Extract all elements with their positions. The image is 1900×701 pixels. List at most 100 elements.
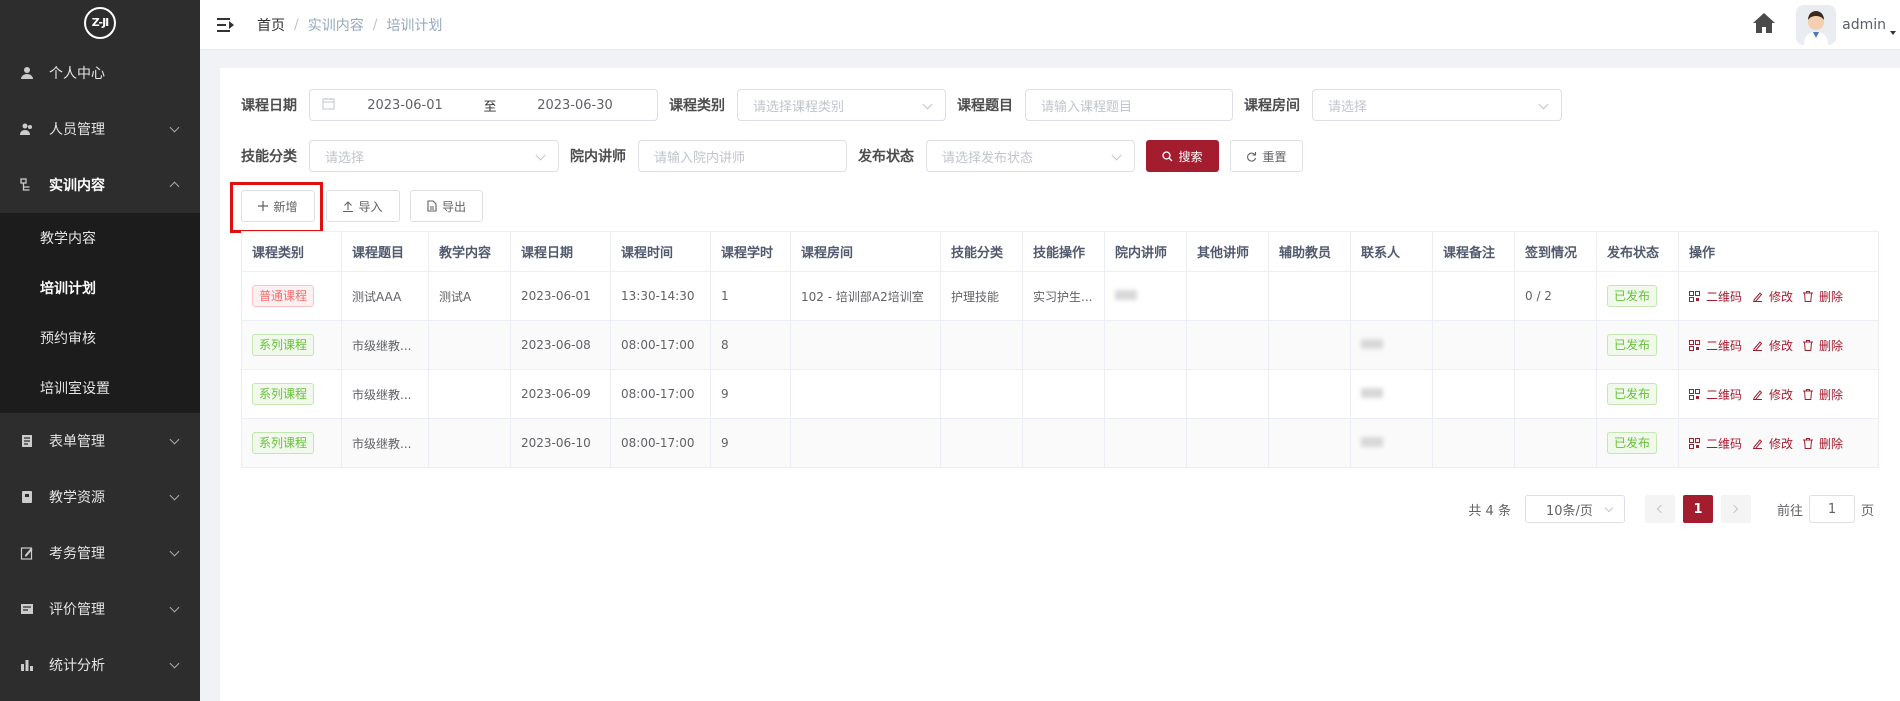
prev-page-button[interactable]: [1644, 495, 1675, 523]
edit-icon: [1752, 291, 1766, 302]
cell-course-note: [1432, 320, 1515, 370]
submenu-item-teaching-content[interactable]: 教学内容: [0, 213, 200, 263]
search-button[interactable]: 搜索: [1146, 140, 1219, 172]
filter-label-room: 课程房间: [1244, 98, 1300, 114]
delete-button[interactable]: 删除: [1803, 435, 1843, 452]
delete-button[interactable]: 删除: [1803, 288, 1843, 305]
edit-label: 修改: [1769, 338, 1794, 353]
breadcrumb-separator: /: [372, 16, 378, 33]
delete-button[interactable]: 删除: [1803, 337, 1843, 354]
cell-assistant: [1268, 418, 1351, 468]
sidebar-item-forms[interactable]: 表单管理: [0, 413, 200, 469]
qrcode-button[interactable]: 二维码: [1689, 337, 1742, 354]
submenu-item-training-room[interactable]: 培训室设置: [0, 363, 200, 413]
qrcode-button[interactable]: 二维码: [1689, 386, 1742, 403]
table-row: 系列课程 市级继教... 2023-06-09 08:00-17:00 9 已发布 二维码 修…: [241, 369, 1879, 419]
caret-down-icon[interactable]: [1890, 31, 1896, 35]
edit-button[interactable]: 修改: [1752, 386, 1793, 403]
cell-course-type: 普通课程: [241, 271, 342, 321]
import-button[interactable]: 导入: [326, 190, 400, 222]
cell-checkin: [1514, 369, 1597, 419]
qrcode-button[interactable]: 二维码: [1689, 288, 1742, 305]
submenu: 教学内容 培训计划 预约审核 培训室设置: [0, 213, 200, 413]
filter-row-1: 课程日期 2023-06-01 至 2023-06-30 课程类别 请选择课程类…: [241, 89, 1562, 121]
page-size-select[interactable]: 10条/页: [1524, 495, 1625, 523]
breadcrumb-training-plan: 培训计划: [386, 17, 443, 34]
cell-publish-status: 已发布: [1596, 320, 1679, 370]
cell-course-time: 08:00-17:00: [610, 320, 711, 370]
qrcode-icon: [1689, 290, 1703, 302]
course-title-input[interactable]: 请输入课程题目: [1025, 89, 1233, 121]
room-select[interactable]: 请选择: [1312, 89, 1562, 121]
header-right: admin: [1752, 0, 1900, 50]
qrcode-label: 二维码: [1706, 289, 1743, 304]
course-type-tag: 系列课程: [252, 383, 315, 405]
username[interactable]: admin: [1842, 17, 1886, 33]
sidebar-item-training-content[interactable]: 实训内容: [0, 157, 200, 213]
edit-button[interactable]: 修改: [1752, 337, 1793, 354]
redacted-text: [1361, 388, 1383, 398]
column-header: 技能分类: [940, 231, 1023, 272]
skill-select[interactable]: 请选择: [309, 140, 559, 172]
sidebar-item-statistics[interactable]: 统计分析: [0, 637, 200, 693]
submenu-item-booking-review[interactable]: 预约审核: [0, 313, 200, 363]
sidebar-item-label: 个人中心: [49, 66, 105, 82]
submenu-item-training-plan[interactable]: 培训计划: [0, 263, 200, 313]
edit-button[interactable]: 修改: [1752, 435, 1793, 452]
category-select[interactable]: 请选择课程类别: [737, 89, 946, 121]
cell-course-room: [790, 369, 941, 419]
cell-course-room: 102 - 培训部A2培训室: [790, 271, 941, 321]
sidebar-item-label: 评价管理: [49, 602, 105, 618]
cell-other-lecturer: [1186, 320, 1269, 370]
date-start-input[interactable]: 2023-06-01: [335, 98, 475, 113]
avatar[interactable]: [1796, 5, 1837, 45]
reset-button[interactable]: 重置: [1230, 140, 1303, 172]
category-select-placeholder: 请选择课程类别: [753, 99, 845, 115]
home-icon[interactable]: [1752, 12, 1776, 38]
breadcrumb-home[interactable]: 首页: [257, 15, 285, 35]
cell-publish-status: 已发布: [1596, 271, 1679, 321]
lecturer-input-placeholder: 请输入院内讲师: [654, 150, 746, 166]
delete-label: 删除: [1819, 436, 1844, 451]
edit-button[interactable]: 修改: [1752, 288, 1793, 305]
room-select-placeholder: 请选择: [1328, 99, 1368, 115]
delete-icon: [1803, 437, 1816, 449]
export-button[interactable]: 导出: [410, 190, 483, 222]
column-header: 课程日期: [510, 231, 611, 272]
header: 首页 / 实训内容 / 培训计划 admin: [200, 0, 1900, 50]
cell-teaching-content: [428, 369, 511, 419]
date-range-picker[interactable]: 2023-06-01 至 2023-06-30: [309, 89, 658, 121]
course-title-placeholder: 请输入课程题目: [1041, 99, 1133, 115]
sidebar-item-evaluation[interactable]: 评价管理: [0, 581, 200, 637]
sidebar-item-personnel[interactable]: 人员管理: [0, 101, 200, 157]
date-end-input[interactable]: 2023-06-30: [505, 98, 645, 113]
goto-page-input[interactable]: 1: [1808, 495, 1855, 523]
page-number-button[interactable]: 1: [1682, 495, 1713, 523]
cell-course-type: 系列课程: [241, 320, 342, 370]
column-header: 联系人: [1350, 231, 1433, 272]
next-page-button[interactable]: [1720, 495, 1751, 523]
cell-course-hours: 9: [710, 369, 791, 419]
cell-other-lecturer: [1186, 369, 1269, 419]
status-select[interactable]: 请选择发布状态: [926, 140, 1135, 172]
date-range-separator: 至: [483, 99, 497, 115]
sidebar-item-exam-management[interactable]: 考务管理: [0, 525, 200, 581]
delete-button[interactable]: 删除: [1803, 386, 1843, 403]
course-type-tag: 普通课程: [252, 285, 315, 307]
cell-skill-category: [940, 320, 1023, 370]
redacted-text: [1361, 339, 1383, 349]
sidebar-item-personal-center[interactable]: 个人中心: [0, 45, 200, 101]
menu-toggle-icon[interactable]: [217, 17, 235, 32]
filter-label-date: 课程日期: [241, 98, 297, 114]
lecturer-input[interactable]: 请输入院内讲师: [638, 140, 847, 172]
cell-actions: 二维码 修改 删除: [1678, 320, 1879, 370]
filter-label-category: 课程类别: [669, 98, 725, 114]
cell-skill-category: 护理技能: [940, 271, 1023, 321]
form-icon: [20, 434, 34, 448]
qrcode-button[interactable]: 二维码: [1689, 435, 1742, 452]
cell-contact: [1350, 271, 1433, 321]
sidebar-item-teaching-resources[interactable]: 教学资源: [0, 469, 200, 525]
cell-course-time: 08:00-17:00: [610, 418, 711, 468]
logo-mark: Z-JI: [84, 6, 116, 39]
qrcode-icon: [1689, 437, 1703, 449]
